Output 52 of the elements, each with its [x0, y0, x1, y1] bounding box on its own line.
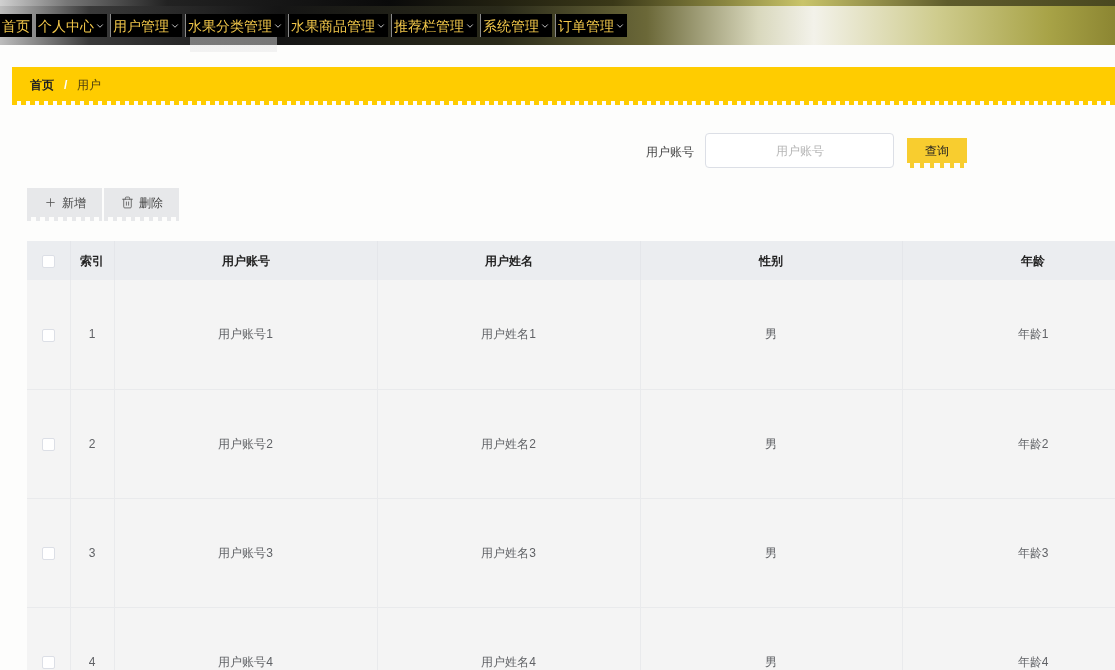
breadcrumb-link[interactable]: 首页 [30, 76, 54, 94]
table-cell: 用户账号4 [218, 654, 273, 669]
nav-menu-item[interactable]: 推荐栏管理 [391, 14, 477, 37]
search-label: 用户账号 [646, 144, 694, 161]
nav-menu-item[interactable]: 个人中心 [35, 14, 107, 37]
row-checkbox[interactable] [41, 546, 55, 560]
table-cell: 用户姓名3 [481, 545, 536, 560]
table-row[interactable]: 2 用户账号2 用户姓名2 男 年龄2 [27, 389, 1115, 498]
nav-menu-item[interactable]: 系统管理 [480, 14, 552, 37]
nav-menu-item[interactable]: 用户管理 [110, 14, 182, 37]
toolbar-button[interactable]: 删除 [104, 188, 179, 221]
search-button[interactable]: 查询 [907, 138, 967, 168]
breadcrumb-separator: / [64, 77, 68, 94]
search-field[interactable]: 用户账号 [705, 133, 894, 168]
select-all-checkbox[interactable] [41, 254, 55, 268]
table-cell: 男 [765, 545, 777, 560]
row-checkbox[interactable] [41, 655, 55, 669]
table-cell: 用户姓名2 [481, 436, 536, 451]
row-checkbox[interactable] [41, 437, 55, 451]
column-header: 性别 [640, 241, 902, 280]
nav-menu-item[interactable]: 水果分类管理 [185, 14, 285, 37]
table-cell: 4 [88, 654, 96, 669]
table-cell: 用户姓名4 [481, 654, 536, 669]
toolbar-button[interactable]: 新增 [27, 188, 102, 221]
column-header: 用户账号 [114, 241, 377, 280]
table-cell: 用户姓名1 [481, 327, 536, 342]
table-cell: 年龄2 [1017, 436, 1049, 451]
table-cell: 年龄3 [1017, 545, 1049, 560]
table-cell: 年龄1 [1017, 327, 1049, 342]
column-header: 用户姓名 [377, 241, 640, 280]
plus-icon [43, 196, 57, 209]
table-cell: 用户账号1 [218, 327, 273, 342]
table-row[interactable]: 1 用户账号1 用户姓名1 男 年龄1 [27, 280, 1115, 389]
table-cell: 用户账号2 [218, 436, 273, 451]
table-cell: 男 [765, 327, 777, 342]
nav-menu-item[interactable]: 订单管理 [555, 14, 627, 37]
table-cell: 年龄4 [1017, 654, 1049, 669]
table-cell: 用户账号3 [218, 545, 273, 560]
trash-icon [120, 196, 134, 209]
breadcrumb-current-page: 用户 [77, 77, 102, 94]
column-header: 索引 [70, 241, 114, 280]
table-cell: 2 [88, 436, 96, 451]
nav-menu-item[interactable]: 水果商品管理 [288, 14, 388, 37]
table-cell: 男 [765, 654, 777, 669]
table-cell: 男 [765, 436, 777, 451]
table-cell: 3 [88, 545, 96, 560]
row-checkbox[interactable] [41, 328, 55, 342]
nav-menu-item[interactable]: 首页 [0, 14, 32, 37]
table-cell: 1 [88, 327, 96, 342]
table-row[interactable]: 4 用户账号4 用户姓名4 男 年龄4 [27, 607, 1115, 670]
table-row[interactable]: 3 用户账号3 用户姓名3 男 年龄3 [27, 498, 1115, 607]
column-header: 年龄 [902, 241, 1115, 280]
